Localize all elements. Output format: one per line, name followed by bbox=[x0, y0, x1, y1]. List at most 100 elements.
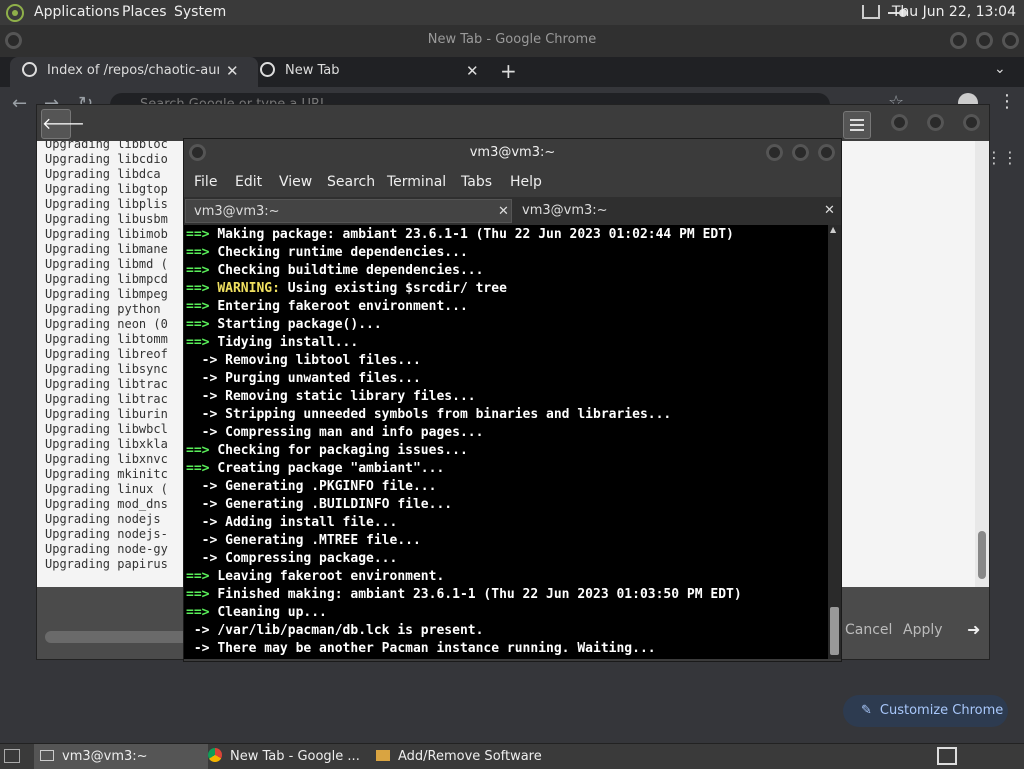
log-line: Upgrading node-gy bbox=[45, 542, 168, 556]
cancel-button[interactable]: Cancel bbox=[837, 617, 900, 643]
chrome-icon bbox=[208, 748, 222, 762]
maximize-icon[interactable] bbox=[976, 32, 993, 49]
terminal-scrollbar[interactable]: ▲ bbox=[828, 225, 841, 659]
chrome-tab-index[interactable]: Index of /repos/chaotic-aur/x8 ✕ bbox=[10, 57, 258, 87]
log-scrollbar-thumb[interactable] bbox=[978, 531, 986, 579]
terminal-tab-2[interactable]: vm3@vm3:~ ✕ bbox=[514, 199, 840, 223]
menu-terminal[interactable]: Terminal bbox=[387, 167, 446, 197]
menu-tabs[interactable]: Tabs bbox=[461, 167, 492, 197]
log-line: Upgrading mkinitc bbox=[45, 467, 168, 481]
terminal-line: ==> Finished making: ambiant 23.6.1-1 (T… bbox=[186, 586, 742, 604]
log-line: Upgrading libbloc bbox=[45, 141, 168, 151]
tab-search-chevron-icon[interactable]: ⌄ bbox=[994, 61, 1006, 77]
terminal-titlebar[interactable]: vm3@vm3:~ bbox=[184, 139, 841, 167]
log-line: Upgrading libtrac bbox=[45, 392, 168, 406]
terminal-line: -> Purging unwanted files... bbox=[186, 370, 421, 388]
line-prefix: -> bbox=[186, 425, 226, 440]
log-line: Upgrading libxnvc bbox=[45, 452, 168, 466]
menu-help[interactable]: Help bbox=[510, 167, 542, 197]
close-tab-icon[interactable]: ✕ bbox=[824, 199, 835, 223]
terminal-tab-1[interactable]: vm3@vm3:~ ✕ bbox=[185, 199, 512, 223]
chrome-tab-newtab[interactable]: New Tab ✕ bbox=[248, 57, 500, 87]
terminal-line: -> /var/lib/pacman/db.lck is present. bbox=[186, 622, 484, 640]
apply-button[interactable]: Apply bbox=[895, 617, 951, 643]
places-menu[interactable]: Places bbox=[122, 0, 167, 25]
taskbar-item-terminal[interactable]: vm3@vm3:~ bbox=[34, 744, 208, 769]
menu-edit[interactable]: Edit bbox=[235, 167, 262, 197]
details-arrow-icon[interactable]: ➜ bbox=[959, 617, 988, 643]
line-text: Checking runtime dependencies... bbox=[217, 245, 468, 260]
log-line: Upgrading mod_dns bbox=[45, 497, 168, 511]
taskbar-item-chrome[interactable]: New Tab - Google ... bbox=[204, 744, 370, 769]
apps-grid-icon[interactable]: ⋮⋮ bbox=[986, 148, 1018, 167]
terminal-line: -> Removing static library files... bbox=[186, 388, 476, 406]
menu-view[interactable]: View bbox=[279, 167, 312, 197]
line-prefix: -> bbox=[186, 551, 226, 566]
terminal-line: ==> Leaving fakeroot environment. bbox=[186, 568, 444, 586]
window-menu-icon[interactable] bbox=[5, 32, 22, 49]
log-line: Upgrading libmpcd bbox=[45, 272, 168, 286]
log-line: Upgrading libtrac bbox=[45, 377, 168, 391]
back-icon[interactable]: ← bbox=[12, 93, 27, 114]
customize-chrome-label: Customize Chrome bbox=[879, 703, 1004, 718]
terminal-window: vm3@vm3:~ File Edit View Search Terminal… bbox=[183, 138, 842, 662]
pamac-header: 🡐 bbox=[37, 105, 989, 141]
log-line: Upgrading neon (0 bbox=[45, 317, 168, 331]
line-prefix: -> bbox=[186, 623, 218, 638]
terminal-line: -> There may be another Pacman instance … bbox=[186, 640, 656, 658]
window-menu-icon[interactable] bbox=[189, 144, 206, 161]
minimize-icon[interactable] bbox=[950, 32, 967, 49]
log-line: Upgrading libusbm bbox=[45, 212, 168, 226]
log-line: Upgrading nodejs bbox=[45, 512, 161, 526]
taskbar-item-pamac[interactable]: Add/Remove Software bbox=[372, 744, 556, 769]
close-window-icon[interactable] bbox=[818, 144, 835, 161]
log-scrollbar[interactable] bbox=[975, 141, 989, 587]
terminal-scrollbar-thumb[interactable] bbox=[830, 607, 839, 655]
warning-label: WARNING: bbox=[217, 281, 280, 296]
line-text: /var/lib/pacman/db.lck is present. bbox=[217, 623, 484, 638]
terminal-output[interactable]: ==> Making package: ambiant 23.6.1-1 (Th… bbox=[184, 225, 828, 659]
close-tab-icon[interactable]: ✕ bbox=[498, 200, 509, 224]
line-prefix: ==> bbox=[186, 227, 218, 242]
network-icon[interactable] bbox=[862, 5, 880, 19]
new-tab-icon[interactable]: + bbox=[500, 59, 517, 83]
show-desktop-icon[interactable] bbox=[4, 749, 20, 763]
chrome-menu-icon[interactable]: ⋮ bbox=[998, 91, 1016, 112]
menu-file[interactable]: File bbox=[194, 167, 217, 197]
close-window-icon[interactable] bbox=[1002, 32, 1019, 49]
terminal-tab-label: vm3@vm3:~ bbox=[522, 203, 608, 218]
distro-logo-icon[interactable] bbox=[6, 4, 24, 22]
menu-search[interactable]: Search bbox=[327, 167, 375, 197]
line-text: Finished making: ambiant 23.6.1-1 (Thu 2… bbox=[217, 587, 742, 602]
workspace-switcher[interactable] bbox=[937, 747, 957, 765]
customize-chrome-button[interactable]: ✎ Customize Chrome bbox=[843, 695, 1008, 727]
back-button[interactable]: 🡐 bbox=[41, 109, 85, 139]
terminal-line: -> Generating .PKGINFO file... bbox=[186, 478, 437, 496]
close-window-icon[interactable] bbox=[963, 114, 980, 131]
maximize-icon[interactable] bbox=[792, 144, 809, 161]
log-line: Upgrading libgtop bbox=[45, 182, 168, 196]
minimize-icon[interactable] bbox=[766, 144, 783, 161]
line-text: Purging unwanted files... bbox=[225, 371, 421, 386]
system-menu[interactable]: System bbox=[174, 0, 226, 25]
scroll-up-icon[interactable]: ▲ bbox=[830, 225, 836, 234]
log-line: Upgrading libimob bbox=[45, 227, 168, 241]
log-line: Upgrading nodejs- bbox=[45, 527, 168, 541]
minimize-icon[interactable] bbox=[891, 114, 908, 131]
log-line: Upgrading papirus bbox=[45, 557, 168, 571]
close-tab-icon[interactable]: ✕ bbox=[226, 57, 239, 85]
applications-menu[interactable]: Applications bbox=[34, 0, 120, 25]
chrome-titlebar[interactable]: New Tab - Google Chrome bbox=[0, 25, 1024, 57]
hamburger-menu-button[interactable] bbox=[843, 111, 871, 139]
terminal-line: ==> WARNING: Using existing $srcdir/ tre… bbox=[186, 280, 507, 298]
line-text: Creating package "ambiant"... bbox=[217, 461, 445, 476]
line-text: Adding install file... bbox=[225, 515, 398, 530]
line-prefix: -> bbox=[186, 389, 226, 404]
terminal-line: -> Compressing package... bbox=[186, 550, 398, 568]
maximize-icon[interactable] bbox=[927, 114, 944, 131]
taskbar-label: New Tab - Google ... bbox=[230, 749, 360, 764]
chrome-tab-label: Index of /repos/chaotic-aur/x8 bbox=[47, 63, 219, 78]
close-tab-icon[interactable]: ✕ bbox=[466, 57, 479, 85]
line-text: There may be another Pacman instance run… bbox=[217, 641, 656, 656]
clock[interactable]: Thu Jun 22, 13:04 bbox=[892, 0, 1016, 25]
